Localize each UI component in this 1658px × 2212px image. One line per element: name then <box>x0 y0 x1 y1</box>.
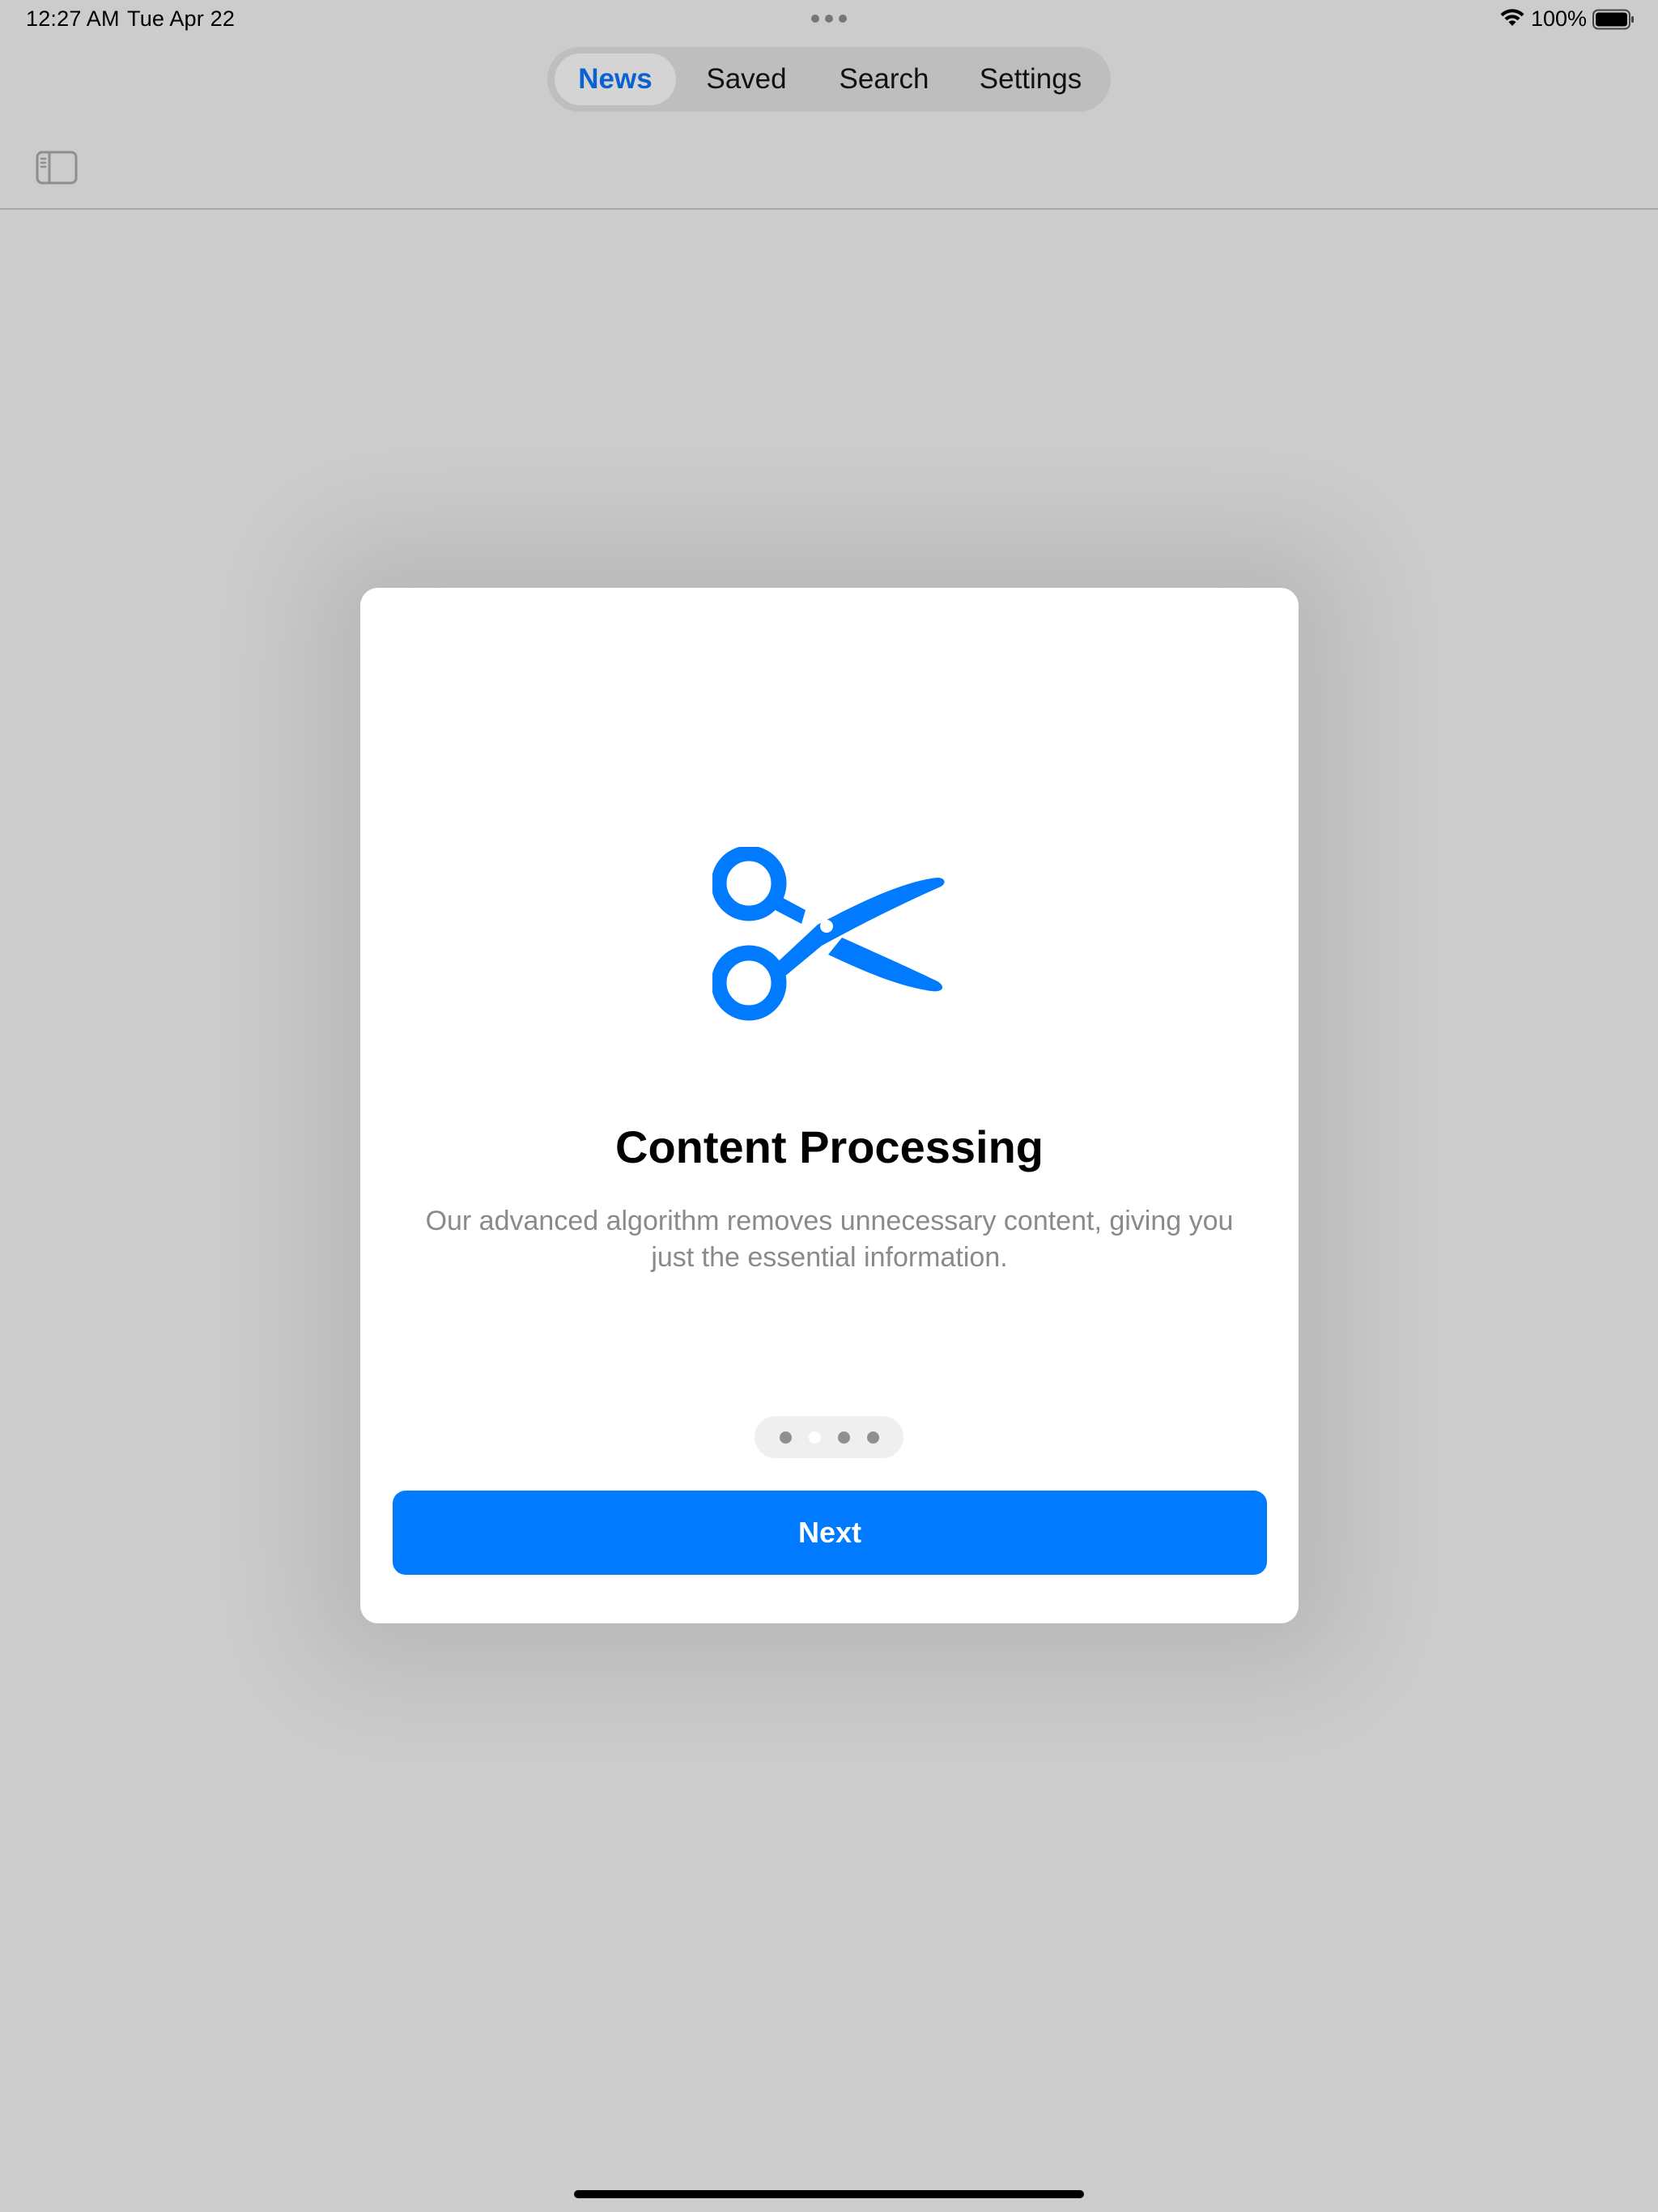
battery-icon <box>1592 9 1634 30</box>
page-dot[interactable] <box>867 1431 879 1444</box>
header-divider <box>0 208 1658 210</box>
sidebar-toggle-icon[interactable] <box>36 151 78 185</box>
tab-settings[interactable]: Settings <box>957 53 1104 105</box>
tab-search[interactable]: Search <box>817 53 951 105</box>
status-time: 12:27 AM <box>26 6 120 31</box>
page-dot-current[interactable] <box>809 1431 821 1444</box>
multitasking-menu-icon[interactable] <box>811 15 847 23</box>
tab-news[interactable]: News <box>555 53 676 105</box>
top-tab-bar: News Saved Search Settings <box>547 47 1111 112</box>
status-date: Tue Apr 22 <box>127 6 236 31</box>
page-dot[interactable] <box>780 1431 792 1444</box>
battery-percentage: 100% <box>1531 6 1588 31</box>
tab-saved[interactable]: Saved <box>682 53 811 105</box>
next-button[interactable]: Next <box>393 1491 1267 1575</box>
home-indicator[interactable] <box>574 2190 1084 2198</box>
onboarding-description: Our advanced algorithm removes unnecessa… <box>425 1206 1234 1273</box>
page-dot[interactable] <box>838 1431 850 1444</box>
onboarding-title: Content Processing <box>615 1121 1044 1172</box>
wifi-icon <box>1500 9 1524 26</box>
page-indicator[interactable] <box>755 1416 903 1458</box>
status-bar: 12:27 AM Tue Apr 22 100% <box>0 0 1658 39</box>
scissors-icon <box>712 847 945 1021</box>
onboarding-sheet: Content Processing Our advanced algorith… <box>360 588 1299 1623</box>
